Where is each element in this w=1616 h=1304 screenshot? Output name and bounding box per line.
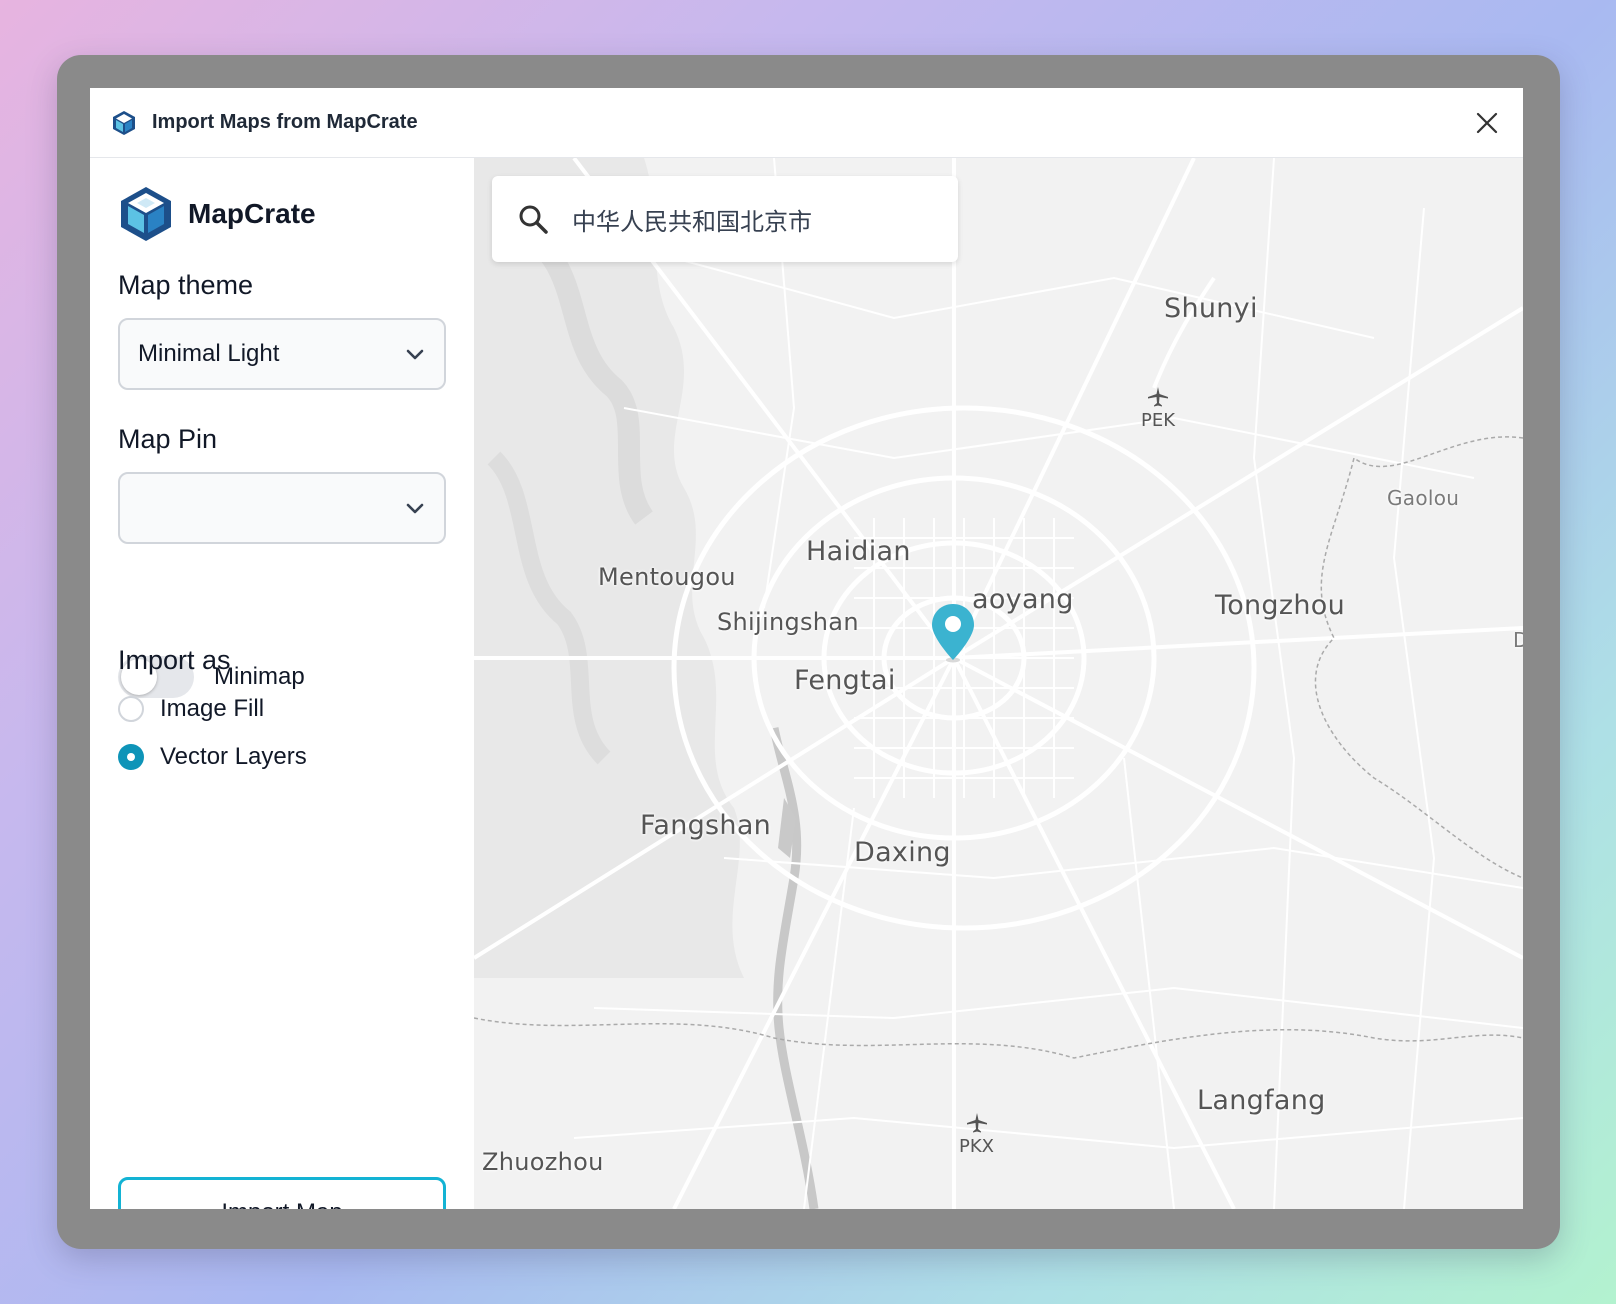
close-button[interactable] — [1469, 105, 1505, 141]
map-theme-select[interactable]: Minimal Light — [118, 318, 446, 390]
map-pin-select[interactable] — [118, 472, 446, 544]
airport-pkx: PKX — [959, 1112, 994, 1157]
airplane-icon — [1148, 387, 1169, 407]
chevron-down-icon — [404, 498, 426, 520]
map-search-bar — [492, 176, 958, 262]
radio-label-image-fill: Image Fill — [160, 695, 265, 722]
import-dialog: Import Maps from MapCrate MapCrate Map t… — [90, 88, 1523, 1209]
place-label-tongzhou: Tongzhou — [1215, 590, 1345, 621]
import-map-button[interactable]: Import Map — [118, 1177, 446, 1209]
place-label-edge-d: D — [1513, 628, 1523, 652]
map-view[interactable]: Shunyi Gaolou Haidian Mentougou aoyang S… — [474, 158, 1523, 1209]
radio-image-fill[interactable]: Image Fill — [118, 695, 264, 723]
settings-sidebar: MapCrate Map theme Minimal Light Map Pin… — [90, 158, 474, 1209]
map-search-input[interactable] — [570, 204, 934, 234]
place-label-fengtai: Fengtai — [794, 665, 896, 696]
dialog-titlebar: Import Maps from MapCrate — [90, 88, 1523, 158]
radio-vector-layers[interactable]: Vector Layers — [118, 743, 307, 771]
dialog-title: Import Maps from MapCrate — [152, 111, 418, 133]
map-canvas — [474, 158, 1523, 1209]
radio-label-vector-layers: Vector Layers — [160, 743, 307, 770]
map-theme-label: Map theme — [118, 270, 254, 300]
brand-name: MapCrate — [188, 198, 316, 229]
place-label-zhuozhou: Zhuozhou — [482, 1148, 604, 1176]
place-label-fangshan: Fangshan — [640, 810, 772, 841]
airplane-icon — [966, 1113, 987, 1133]
radio-button[interactable] — [118, 696, 144, 722]
airport-label-pkx: PKX — [959, 1136, 994, 1157]
airport-label-pek: PEK — [1141, 410, 1176, 431]
map-theme-value: Minimal Light — [138, 340, 280, 367]
place-label-chaoyang: aoyang — [972, 584, 1074, 615]
place-label-daxing: Daxing — [854, 837, 951, 868]
place-label-gaolou: Gaolou — [1387, 486, 1460, 510]
mapcrate-brand-logo-icon — [118, 185, 174, 243]
map-pin-marker-icon[interactable] — [930, 602, 976, 664]
place-label-langfang: Langfang — [1197, 1085, 1326, 1116]
search-icon — [516, 202, 550, 236]
place-label-haidian: Haidian — [806, 536, 911, 567]
map-pin-label: Map Pin — [118, 424, 218, 454]
place-label-mentougou: Mentougou — [598, 563, 736, 591]
import-as-label: Import as — [118, 645, 231, 675]
radio-button-selected[interactable] — [118, 744, 144, 770]
place-label-shunyi: Shunyi — [1164, 293, 1258, 324]
place-label-shijingshan: Shijingshan — [717, 608, 859, 636]
airport-pek: PEK — [1141, 386, 1175, 431]
brand: MapCrate — [118, 185, 316, 243]
mapcrate-logo-icon — [110, 109, 138, 137]
close-icon — [1476, 112, 1498, 134]
chevron-down-icon — [404, 344, 426, 366]
